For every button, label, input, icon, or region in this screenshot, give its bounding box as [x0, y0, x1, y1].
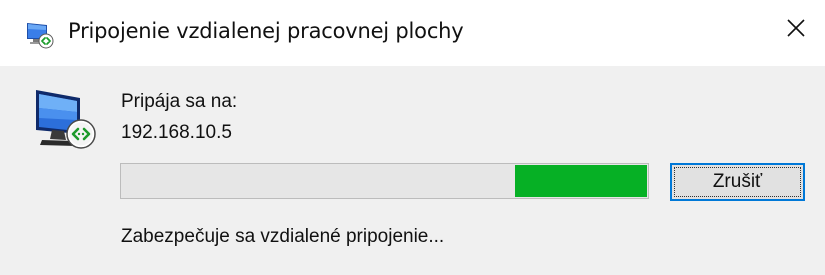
cancel-button[interactable]: Zrušiť — [670, 163, 805, 201]
remote-desktop-connection-dialog: Pripojenie vzdialenej pracovnej plochy P… — [0, 0, 825, 275]
close-icon — [786, 18, 806, 43]
progress-fill — [515, 165, 647, 197]
close-button[interactable] — [767, 0, 825, 60]
connecting-to-label: Pripája sa na: — [121, 91, 238, 112]
remote-address: 192.168.10.5 — [121, 122, 232, 143]
window-title: Pripojenie vzdialenej pracovnej plochy — [68, 19, 464, 43]
dialog-content: Pripája sa na: 192.168.10.5 Zrušiť Zabez… — [0, 66, 825, 275]
cancel-button-label: Zrušiť — [712, 171, 763, 192]
title-bar[interactable]: Pripojenie vzdialenej pracovnej plochy — [0, 0, 825, 66]
remote-desktop-computer-icon — [34, 86, 100, 152]
status-text: Zabezpečuje sa vzdialené pripojenie... — [121, 226, 445, 247]
remote-desktop-icon — [24, 20, 56, 50]
connection-progress-bar — [120, 163, 649, 199]
